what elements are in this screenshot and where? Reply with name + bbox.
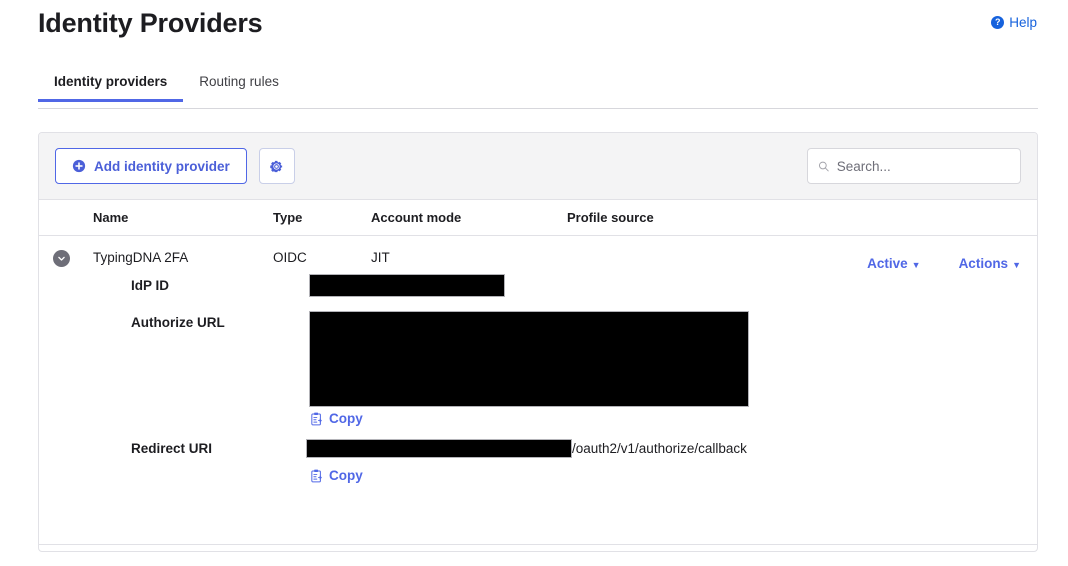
redacted-value-idp-id xyxy=(309,274,505,297)
redirect-uri-suffix: /oauth2/v1/authorize/callback xyxy=(572,441,747,456)
search-box[interactable] xyxy=(807,148,1021,184)
search-icon xyxy=(818,161,829,171)
detail-label-redirect-uri: Redirect URI xyxy=(131,441,213,456)
cell-name: TypingDNA 2FA xyxy=(93,250,189,265)
detail-redirect-uri: Redirect URI /oauth2/v1/authorize/callba… xyxy=(39,434,1037,504)
chevron-down-icon: ▼ xyxy=(1012,260,1021,270)
tab-identity-providers-label: Identity providers xyxy=(54,74,168,89)
table-settings-button[interactable] xyxy=(258,148,295,184)
tab-bar: Identity providers Routing rules xyxy=(38,70,1038,109)
detail-idp-id: IdP ID xyxy=(39,274,1037,312)
expand-row-button[interactable] xyxy=(39,250,93,267)
tab-routing-rules[interactable]: Routing rules xyxy=(183,70,295,101)
cell-type: OIDC xyxy=(273,250,307,265)
detail-authorize-url: Authorize URL Copy xyxy=(39,311,1037,434)
table-header-row: Name Type Account mode Profile source xyxy=(39,200,1037,236)
identity-providers-card: Add identity provider Name T xyxy=(38,132,1038,552)
status-dropdown[interactable]: Active ▼ xyxy=(867,256,920,271)
redacted-value-redirect-uri xyxy=(306,439,572,458)
table-row-summary: TypingDNA 2FA OIDC JIT Active ▼ Actions ▼ xyxy=(39,236,1037,274)
search-input[interactable] xyxy=(836,158,1010,174)
row-controls: Active ▼ Actions ▼ xyxy=(867,256,1021,271)
copy-authorize-url-button[interactable]: Copy xyxy=(310,411,363,426)
tab-routing-rules-label: Routing rules xyxy=(199,74,279,89)
identity-providers-page: Identity Providers ? Help Identity provi… xyxy=(0,0,1068,566)
page-header: Identity Providers ? Help xyxy=(0,0,1068,64)
add-identity-provider-label: Add identity provider xyxy=(94,158,230,174)
status-dropdown-label: Active xyxy=(867,256,908,271)
redacted-value-authorize-url xyxy=(309,311,749,407)
column-header-account-mode: Account mode xyxy=(371,210,462,225)
row-divider xyxy=(39,544,1037,545)
plus-circle-icon xyxy=(72,159,86,173)
gear-icon xyxy=(270,160,283,172)
chevron-down-icon: ▼ xyxy=(911,260,921,270)
copy-redirect-uri-button[interactable]: Copy xyxy=(310,468,363,483)
actions-dropdown-label: Actions xyxy=(958,256,1009,271)
help-link[interactable]: ? Help xyxy=(991,15,1037,30)
detail-label-idp-id: IdP ID xyxy=(131,278,170,293)
column-header-type: Type xyxy=(273,210,303,225)
cell-account-mode: JIT xyxy=(371,250,390,265)
tab-identity-providers[interactable]: Identity providers xyxy=(38,70,184,102)
help-label: Help xyxy=(1009,15,1037,30)
question-circle-icon: ? xyxy=(991,16,1005,29)
column-header-name: Name xyxy=(93,210,129,225)
copy-authorize-url-label: Copy xyxy=(329,411,363,426)
clipboard-copy-icon xyxy=(311,412,322,425)
detail-label-authorize-url: Authorize URL xyxy=(131,315,225,330)
clipboard-copy-icon xyxy=(311,469,322,482)
page-title: Identity Providers xyxy=(38,8,263,38)
add-identity-provider-button[interactable]: Add identity provider xyxy=(55,148,247,184)
chevron-down-circle-icon xyxy=(53,250,70,267)
table-toolbar: Add identity provider xyxy=(39,133,1037,200)
column-header-profile-source: Profile source xyxy=(567,210,654,225)
table-row: TypingDNA 2FA OIDC JIT Active ▼ Actions ▼ … xyxy=(39,236,1037,504)
actions-dropdown[interactable]: Actions ▼ xyxy=(959,256,1021,271)
copy-redirect-uri-label: Copy xyxy=(329,468,363,483)
